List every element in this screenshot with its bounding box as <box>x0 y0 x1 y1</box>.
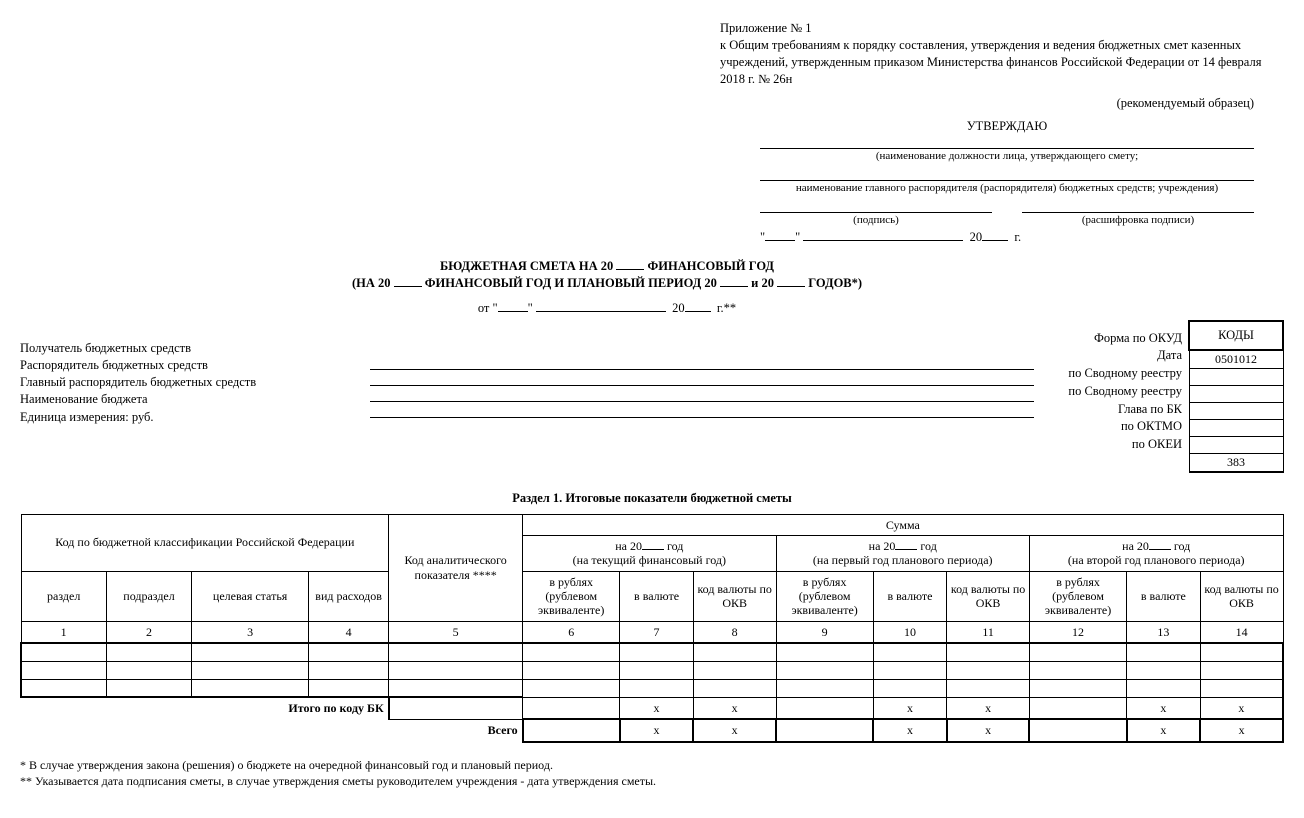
disposer-label: Распорядитель бюджетных средств <box>20 357 370 374</box>
codes-header: КОДЫ <box>1189 321 1283 350</box>
colnum: 13 <box>1127 621 1201 643</box>
approve-hint1: (наименование должности лица, утверждающ… <box>760 149 1254 162</box>
c-val1: в валюте <box>620 571 694 621</box>
code-sv1 <box>1189 385 1283 402</box>
footnote-1: * В случае утверждения закона (решения) … <box>20 757 1284 774</box>
colnum: 7 <box>620 621 694 643</box>
h-kbk: Код по бюджетной классификации Российско… <box>21 514 389 571</box>
c-okv3: код валюты по ОКВ <box>1200 571 1283 621</box>
h-year3: на 20 год(на второй год планового период… <box>1029 535 1283 571</box>
colnum: 5 <box>389 621 523 643</box>
decode-hint: (расшифровка подписи) <box>1022 213 1254 226</box>
colnum: 6 <box>523 621 620 643</box>
itogo-label: Итого по коду БК <box>21 697 389 719</box>
recommended-label: (рекомендуемый образец) <box>20 96 1254 111</box>
colnum: 12 <box>1029 621 1126 643</box>
meta-right-labels: Форма по ОКУД Дата по Сводному реестру п… <box>1042 320 1182 454</box>
main-disposer-label: Главный распорядитель бюджетных средств <box>20 374 370 391</box>
c-okv1: код валюты по ОКВ <box>693 571 776 621</box>
approve-date-row: "" 20 г. <box>760 230 1254 245</box>
code-sv2 <box>1189 402 1283 419</box>
c-rub2: в рублях (рублевом эквиваленте) <box>776 571 873 621</box>
colnum: 2 <box>106 621 191 643</box>
c-rub3: в рублях (рублевом эквиваленте) <box>1029 571 1126 621</box>
meta-fill-lines <box>370 320 1034 418</box>
code-oktmo <box>1189 436 1283 453</box>
appendix-line2: к Общим требованиям к порядку составлени… <box>720 37 1284 88</box>
code-okei: 383 <box>1189 453 1283 472</box>
codes-box: КОДЫ 0501012 383 <box>1188 320 1284 473</box>
vsego-label: Всего <box>21 719 523 741</box>
c-val3: в валюте <box>1127 571 1201 621</box>
footnotes: * В случае утверждения закона (решения) … <box>20 757 1284 791</box>
h-year1: на 20 год(на текущий финансовый год) <box>523 535 776 571</box>
h-anal: Код аналитического показателя **** <box>389 514 523 621</box>
c-podrazdel: подраздел <box>106 571 191 621</box>
approve-hint2: наименование главного распорядителя (рас… <box>760 181 1254 194</box>
colnum: 1 <box>21 621 106 643</box>
appendix-block: Приложение № 1 к Общим требованиям к пор… <box>720 20 1284 88</box>
meta-left-labels: Получатель бюджетных средств Распорядите… <box>20 320 370 426</box>
appendix-line1: Приложение № 1 <box>720 20 1284 37</box>
colnum: 8 <box>693 621 776 643</box>
approve-title: УТВЕРЖДАЮ <box>760 119 1254 134</box>
approve-block: УТВЕРЖДАЮ (наименование должности лица, … <box>760 119 1254 245</box>
code-okud: 0501012 <box>1189 350 1283 369</box>
section1-title: Раздел 1. Итоговые показатели бюджетной … <box>20 491 1284 506</box>
unit-label: Единица измерения: руб. <box>20 409 370 426</box>
footnote-2: ** Указывается дата подписания сметы, в … <box>20 773 1284 790</box>
colnum: 9 <box>776 621 873 643</box>
c-razdel: раздел <box>21 571 106 621</box>
c-val2: в валюте <box>873 571 947 621</box>
colnum: 14 <box>1200 621 1283 643</box>
document-title: БЮДЖЕТНАЯ СМЕТА НА 20 ФИНАНСОВЫЙ ГОД (НА… <box>50 259 1164 316</box>
h-year2: на 20 год(на первый год планового период… <box>776 535 1029 571</box>
c-vr: вид расходов <box>309 571 389 621</box>
recipient-label: Получатель бюджетных средств <box>20 340 370 357</box>
c-rub1: в рублях (рублевом эквиваленте) <box>523 571 620 621</box>
doc-date: от "" 20 г.** <box>50 301 1164 316</box>
colnum: 4 <box>309 621 389 643</box>
code-date <box>1189 368 1283 385</box>
main-table: Код по бюджетной классификации Российско… <box>20 514 1284 743</box>
signature-hint: (подпись) <box>760 213 992 226</box>
h-sum: Сумма <box>523 514 1283 535</box>
code-glava <box>1189 419 1283 436</box>
colnum: 3 <box>192 621 309 643</box>
budget-name-label: Наименование бюджета <box>20 391 370 408</box>
colnum: 11 <box>947 621 1030 643</box>
colnum: 10 <box>873 621 947 643</box>
c-cs: целевая статья <box>192 571 309 621</box>
c-okv2: код валюты по ОКВ <box>947 571 1030 621</box>
